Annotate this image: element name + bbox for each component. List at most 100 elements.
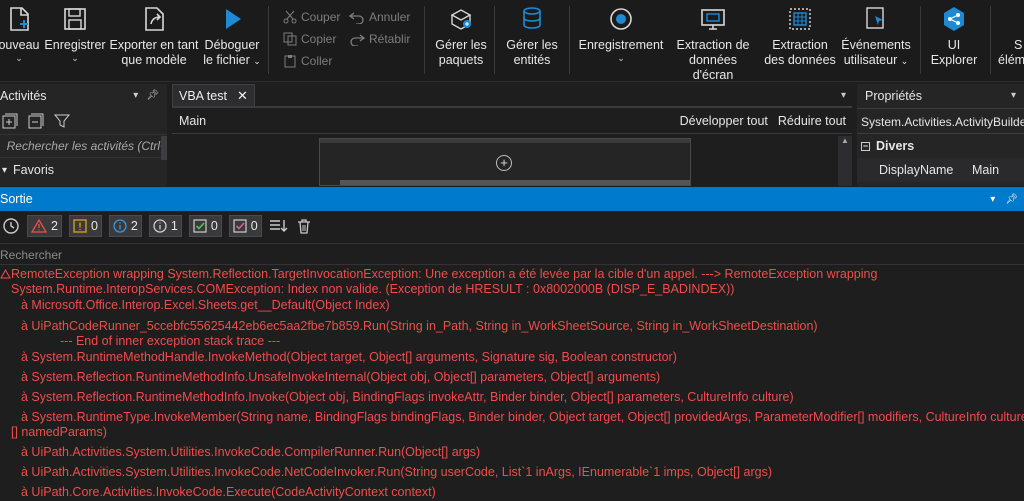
info-icon [113, 219, 127, 233]
log-line[interactable]: à System.Reflection.RuntimeMethodInfo.In… [21, 390, 794, 404]
export-label-line2: que modèle [121, 53, 187, 67]
activities-search-input[interactable]: Rechercher les activités (Ctrl+ [0, 134, 167, 158]
category-label: Divers [876, 139, 915, 153]
filter-icon[interactable] [54, 113, 70, 129]
collapse-all-link[interactable]: Réduire tout [778, 114, 846, 128]
properties-category[interactable]: − Divers [857, 134, 1024, 158]
filter-success-toggle[interactable]: 0 [228, 215, 262, 237]
pin-icon[interactable]: 📌︎ [1005, 194, 1018, 205]
manage-entities-button[interactable]: Gérer les entités [503, 4, 561, 68]
list-sort-icon[interactable] [269, 218, 289, 234]
pin-icon[interactable]: 📌︎ [146, 84, 159, 108]
error-triangle-icon [0, 269, 11, 279]
tab-list-dropdown-icon[interactable]: ▾ [841, 84, 852, 106]
record-icon [610, 8, 632, 30]
user-events-button[interactable]: Événements utilisateur ⌄ [840, 4, 912, 69]
activities-toolbar [0, 108, 167, 134]
close-icon[interactable]: ✕ [237, 88, 248, 104]
recording-button[interactable]: Enregistrement ⌄ [577, 4, 665, 63]
activities-title: Activités [0, 89, 47, 103]
clock-icon[interactable] [2, 217, 20, 235]
copy-button[interactable]: Copier [283, 32, 336, 46]
output-title: Sortie [0, 192, 33, 206]
ribbon-separator [424, 6, 425, 74]
log-line[interactable]: à System.RuntimeMethodHandle.InvokeMetho… [21, 350, 677, 364]
manage-packages-line1: Gérer les [435, 38, 487, 52]
save-button[interactable]: Enregistrer ⌄ [44, 4, 106, 63]
log-line[interactable]: --- End of inner exception stack trace -… [60, 334, 280, 348]
tab-vba-test[interactable]: VBA test ✕ [172, 84, 255, 106]
log-line[interactable]: à Microsoft.Office.Interop.Excel.Sheets.… [21, 298, 390, 312]
log-line[interactable]: RemoteException wrapping System.Reflecti… [11, 267, 877, 281]
manage-entities-line1: Gérer les [506, 38, 558, 52]
warning-count: 0 [90, 219, 98, 233]
trash-icon[interactable] [296, 218, 312, 234]
log-line[interactable]: à UiPath.Core.Activities.InvokeCode.Exec… [21, 485, 436, 499]
ribbon-separator [569, 6, 570, 74]
ribbon-spacer [996, 6, 1024, 32]
designer-canvas[interactable]: + [172, 136, 836, 186]
sequence-container[interactable]: + [319, 138, 691, 186]
sequence-footer [340, 180, 690, 185]
debug-label-line1: Déboguer [204, 38, 260, 52]
dropdown-icon[interactable]: ▾ [133, 84, 138, 108]
workflow-designer: VBA test ✕ ▾ Main Développer tout Réduir… [172, 84, 852, 186]
filter-verbose-toggle[interactable]: 0 [188, 215, 222, 237]
favorites-label: Favoris [13, 163, 55, 177]
cut-button[interactable]: Couper [283, 10, 340, 24]
export-template-button[interactable]: Exporter en tant que modèle [108, 4, 200, 68]
add-activity-icon[interactable]: + [496, 155, 512, 171]
dropdown-icon[interactable]: ▾ [1011, 84, 1016, 108]
activities-favorites-node[interactable]: ▾ Favoris [0, 158, 167, 182]
breadcrumb[interactable]: Main [179, 114, 206, 128]
dropdown-icon[interactable]: ▾ [990, 194, 995, 205]
properties-panel-header: Propriétés ▾ [857, 84, 1024, 108]
document-tabbar: VBA test ✕ ▾ [172, 84, 852, 108]
property-value-input[interactable]: Main [972, 163, 999, 177]
cursor-window-icon [866, 7, 884, 29]
output-search-input[interactable]: Rechercher [0, 243, 1024, 265]
activities-panel-header: Activités ▾ 📌︎ [0, 84, 167, 108]
cut-label: Couper [301, 10, 341, 24]
undo-button[interactable]: Annuler [349, 10, 410, 24]
data-scraping-button[interactable]: Extraction des données [764, 4, 836, 68]
property-row-displayname[interactable]: DisplayName Main [857, 158, 1024, 182]
chevron-down-icon: ⌄ [900, 56, 909, 66]
activities-scrollbar[interactable] [161, 136, 167, 160]
ribbon-toolbar: ouveau ⌄ Enregistrer ⌄ Exporter en tant … [0, 0, 1024, 82]
log-line[interactable]: à System.Reflection.RuntimeMethodInfo.Un… [21, 370, 660, 384]
collapse-all-icon[interactable] [28, 113, 44, 129]
expand-all-icon[interactable] [2, 113, 18, 129]
element-selection-button[interactable]: S élém [996, 4, 1024, 68]
screen-scraping-button[interactable]: Extraction de données d'écran [670, 4, 756, 83]
manage-packages-button[interactable]: Gérer les paquets [432, 4, 490, 68]
log-line[interactable]: à UiPath.Activities.System.Utilities.Inv… [21, 465, 772, 479]
log-line[interactable]: [] namedParams) [11, 425, 107, 439]
recording-label: Enregistrement [578, 38, 664, 52]
screen-scraping-line2: données d'écran [689, 53, 737, 82]
filter-trace-toggle[interactable]: 1 [148, 215, 182, 237]
checkbox-pink-icon [233, 219, 247, 233]
filter-warnings-toggle[interactable]: 0 [68, 215, 102, 237]
scroll-up-icon[interactable]: ▲ [838, 136, 852, 145]
new-button[interactable]: ouveau ⌄ [0, 4, 42, 63]
ui-explorer-button[interactable]: UI Explorer [926, 4, 982, 68]
designer-scrollbar[interactable]: ▲ [838, 136, 852, 186]
log-line[interactable]: System.Runtime.InteropServices.COMExcept… [11, 282, 734, 296]
ui-explorer-icon [944, 7, 964, 31]
debug-file-button[interactable]: Déboguer le fichier ⌄ [202, 4, 262, 69]
redo-button[interactable]: Rétablir [349, 32, 410, 46]
package-icon [450, 9, 472, 30]
log-line[interactable]: à UiPathCodeRunner_5ccebfc55625442eb6ec5… [21, 319, 818, 333]
expand-all-link[interactable]: Développer tout [680, 114, 768, 128]
log-line[interactable]: à UiPath.Activities.System.Utilities.Inv… [21, 445, 480, 459]
filter-errors-toggle[interactable]: 2 [27, 215, 62, 237]
export-label-line1: Exporter en tant [109, 38, 199, 52]
user-events-line2: utilisateur [843, 53, 898, 67]
collapse-box-icon[interactable]: − [861, 141, 870, 151]
scissors-icon [283, 10, 297, 24]
paste-button[interactable]: Coller [283, 54, 332, 68]
undo-label: Annuler [369, 10, 411, 24]
filter-info-toggle[interactable]: 2 [108, 215, 142, 237]
log-line[interactable]: à System.RuntimeType.InvokeMember(String… [21, 410, 1024, 424]
